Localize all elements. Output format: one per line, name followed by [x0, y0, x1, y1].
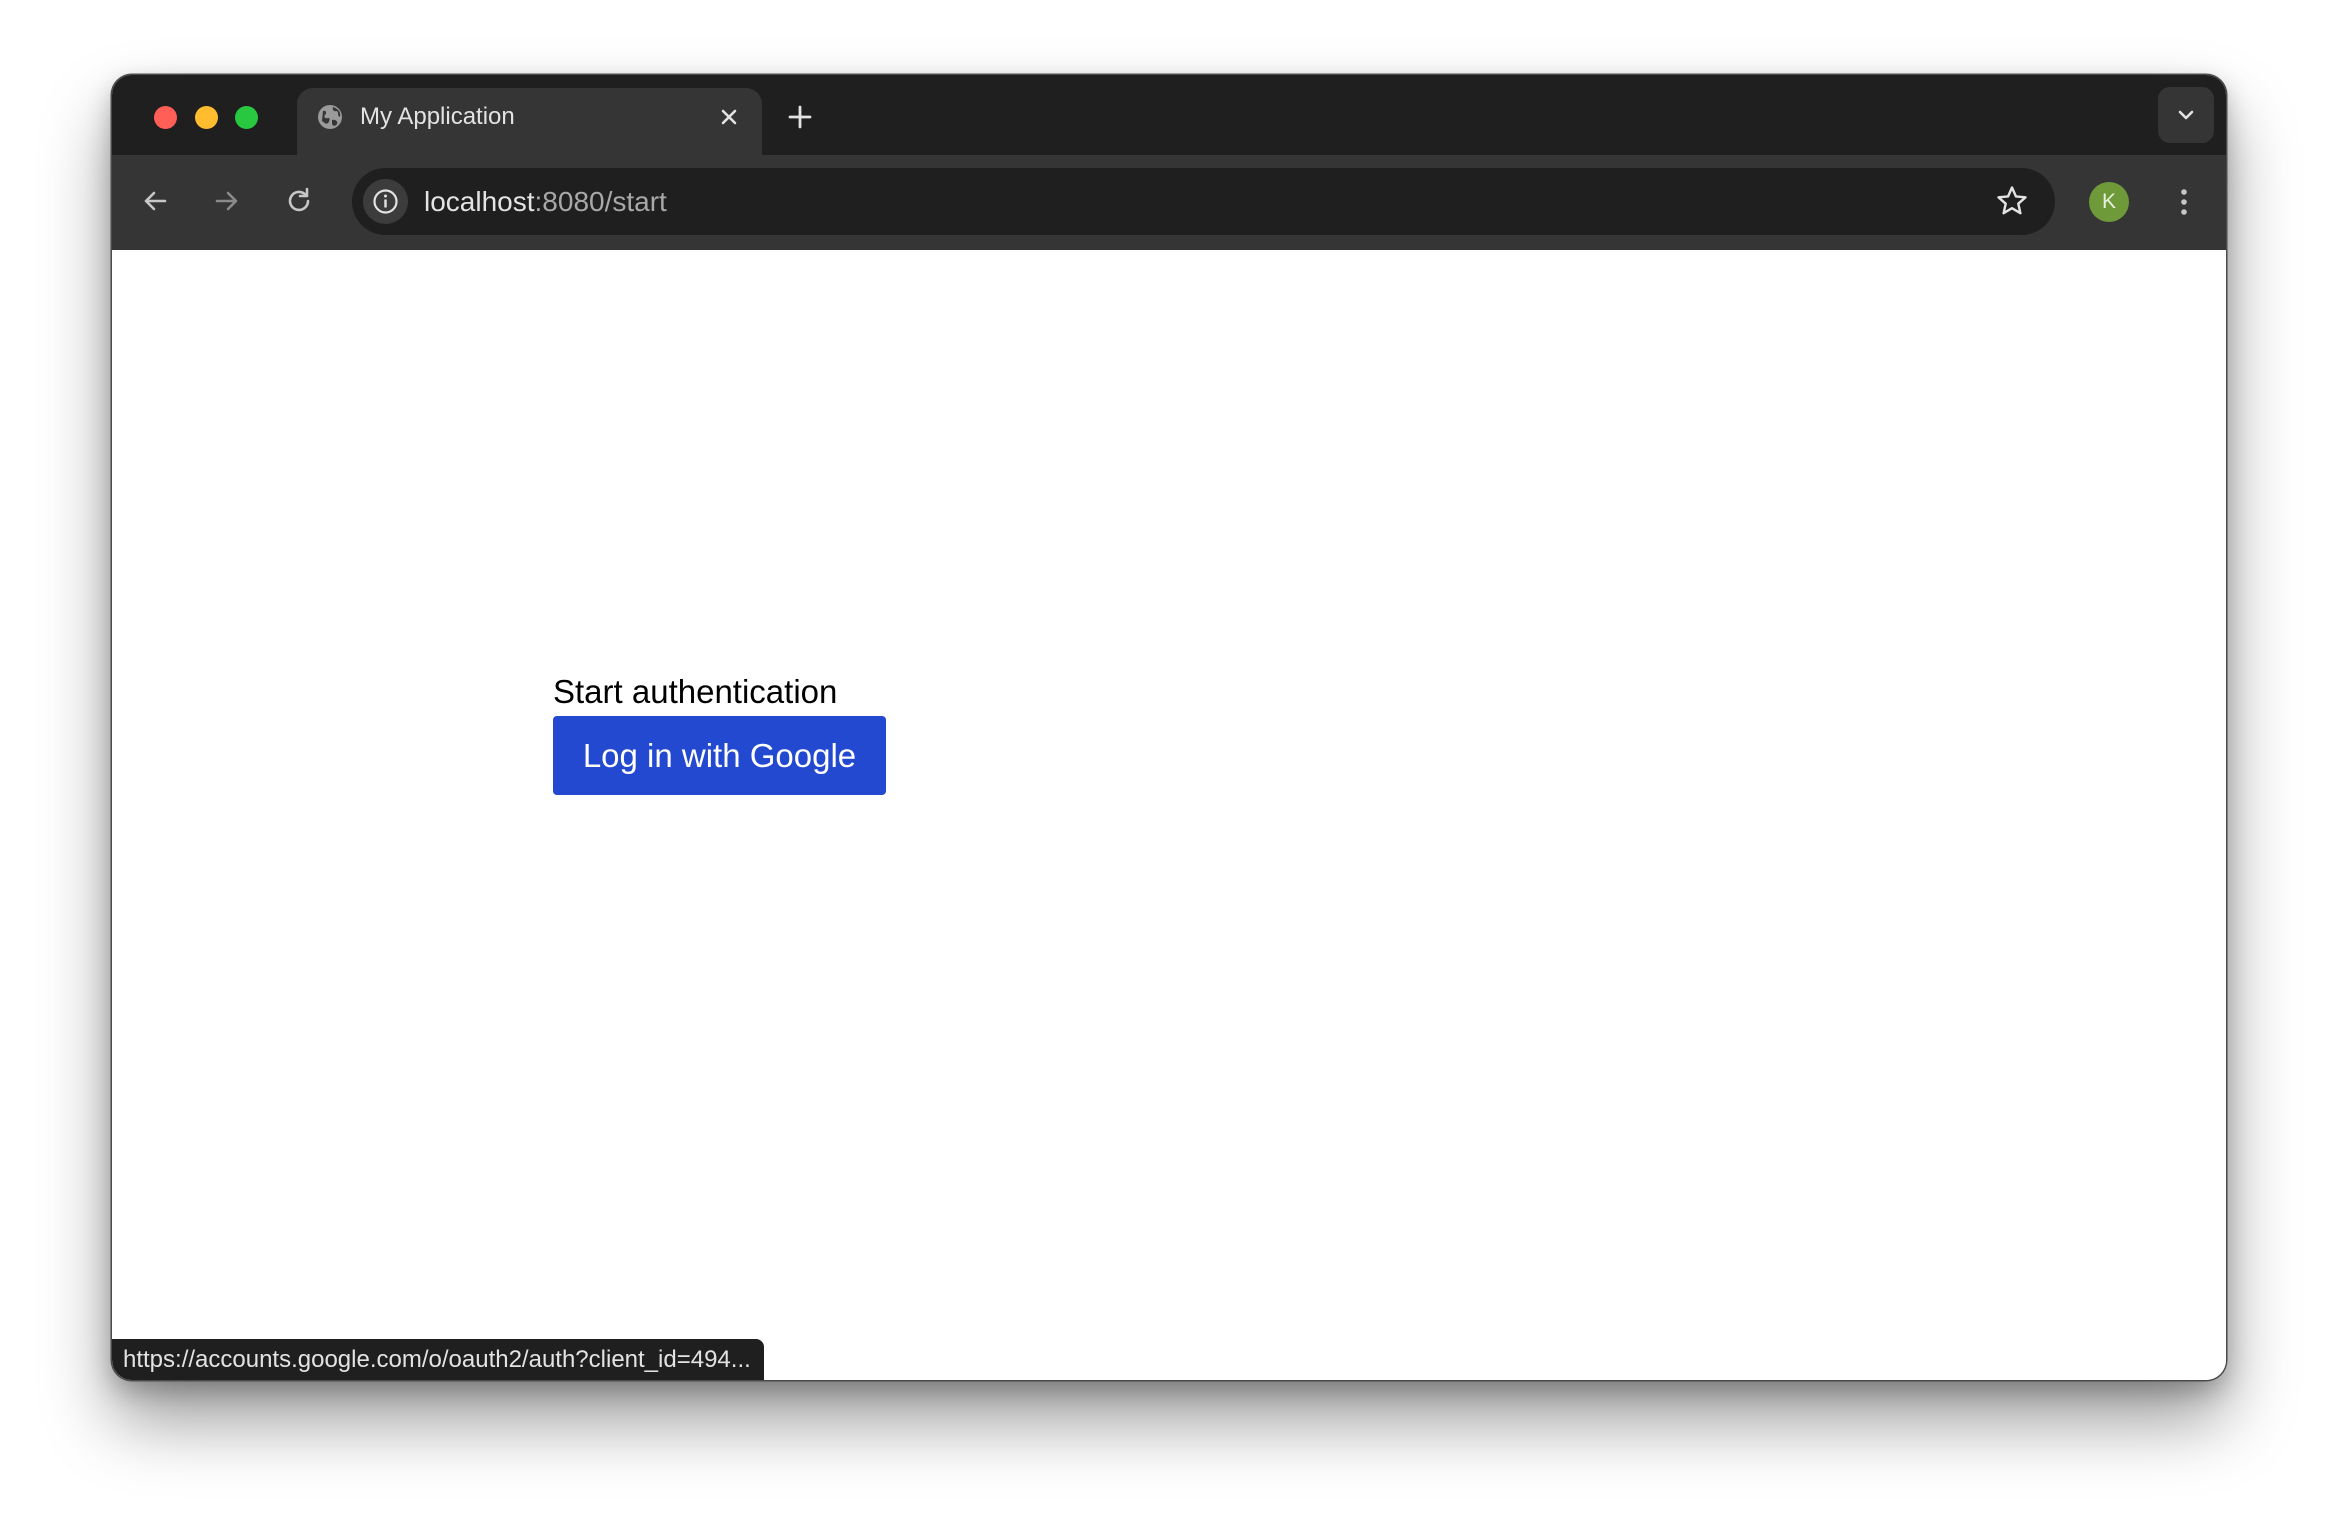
- forward-button[interactable]: [207, 181, 247, 221]
- tab-title: My Application: [360, 103, 515, 130]
- close-window-button[interactable]: [154, 106, 177, 129]
- info-icon: [373, 189, 398, 214]
- tab-strip: My Application: [112, 75, 2226, 168]
- tab-search-button[interactable]: [2158, 87, 2214, 143]
- avatar[interactable]: K: [2089, 182, 2129, 222]
- page-title: Start authentication: [553, 673, 838, 710]
- address-bar[interactable]: localhost:8080/start: [352, 168, 2055, 235]
- close-icon[interactable]: [714, 102, 744, 132]
- star-icon[interactable]: [1994, 183, 2030, 219]
- reload-icon: [288, 187, 310, 212]
- chevron-down-icon: [2178, 110, 2194, 120]
- browser-window: My Application localhost:8080/start K St…: [112, 75, 2226, 1380]
- maximize-window-button[interactable]: [235, 106, 258, 129]
- minimize-window-button[interactable]: [195, 106, 218, 129]
- url-path: :8080/start: [534, 186, 667, 217]
- url-text[interactable]: localhost:8080/start: [424, 185, 667, 219]
- plus-icon[interactable]: [784, 101, 816, 133]
- arrow-right-icon: [215, 191, 238, 211]
- arrow-left-icon: [144, 191, 167, 211]
- browser-toolbar: localhost:8080/start K: [112, 155, 2226, 250]
- status-bar-url: https://accounts.google.com/o/oauth2/aut…: [112, 1339, 764, 1380]
- reload-button[interactable]: [279, 181, 319, 221]
- login-with-google-button[interactable]: Log in with Google: [553, 716, 886, 795]
- back-button[interactable]: [135, 181, 175, 221]
- url-host: localhost: [424, 186, 535, 217]
- site-info-button[interactable]: [363, 179, 408, 224]
- globe-icon: [315, 102, 345, 132]
- kebab-menu-icon[interactable]: [2164, 182, 2204, 222]
- page-content: Start authentication Log in with Google: [112, 250, 2226, 1380]
